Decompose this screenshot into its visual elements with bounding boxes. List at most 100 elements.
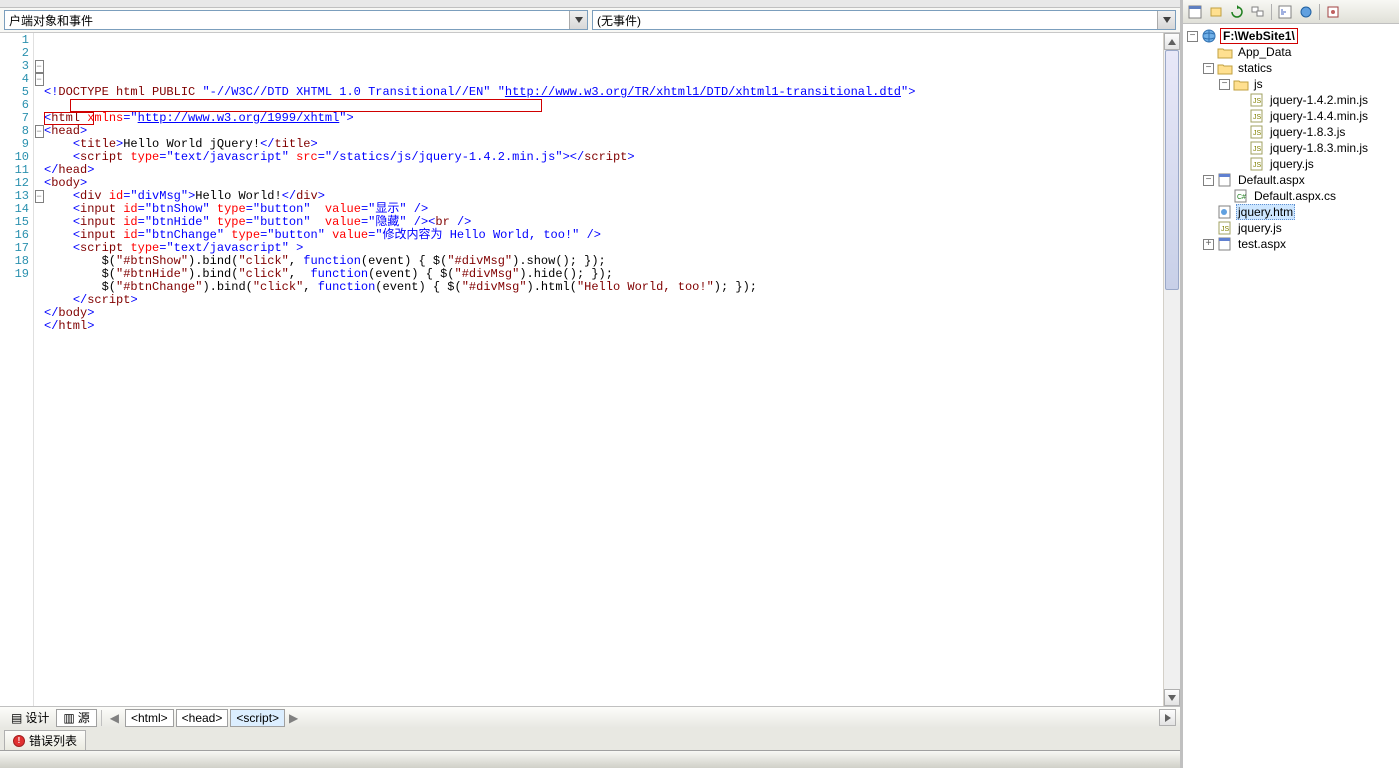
fold-column[interactable]: −−−− bbox=[34, 33, 44, 706]
aspx-icon bbox=[1217, 173, 1233, 187]
error-list-label: 错误列表 bbox=[29, 732, 77, 749]
tree-item-label: App_Data bbox=[1236, 45, 1293, 59]
tree-item[interactable]: C# Default.aspx.cs bbox=[1183, 188, 1399, 204]
tree-item[interactable]: App_Data bbox=[1183, 44, 1399, 60]
scroll-right-button[interactable] bbox=[1159, 709, 1176, 726]
tree-item[interactable]: jquery.htm bbox=[1183, 204, 1399, 220]
source-label: 源 bbox=[78, 709, 90, 726]
tree-item-label: jquery.js bbox=[1236, 221, 1284, 235]
svg-text:JS: JS bbox=[1253, 162, 1262, 169]
events-combo[interactable]: (无事件) bbox=[592, 10, 1176, 30]
chevron-down-icon bbox=[1157, 11, 1175, 29]
copy-website-icon[interactable] bbox=[1296, 2, 1316, 22]
collapse-icon[interactable]: − bbox=[1219, 79, 1230, 90]
separator bbox=[101, 710, 102, 726]
fold-toggle[interactable]: − bbox=[35, 125, 44, 138]
folder-icon bbox=[1217, 45, 1233, 59]
refresh-icon[interactable] bbox=[1227, 2, 1247, 22]
solution-toolbar bbox=[1183, 0, 1399, 24]
design-view-button[interactable]: ▤ 设计 bbox=[4, 709, 56, 727]
nav-left-icon[interactable]: ◀ bbox=[106, 711, 123, 725]
root-label: F:\WebSite1\ bbox=[1220, 28, 1298, 44]
design-icon: ▤ bbox=[11, 711, 22, 725]
tree-item[interactable]: JSjquery-1.8.3.js bbox=[1183, 124, 1399, 140]
asp-config-icon[interactable] bbox=[1323, 2, 1343, 22]
folder-icon bbox=[1233, 77, 1249, 91]
js-icon: JS bbox=[1249, 157, 1265, 171]
code-area[interactable]: <!DOCTYPE html PUBLIC "-//W3C//DTD XHTML… bbox=[44, 33, 1163, 706]
source-icon: ▥ bbox=[63, 711, 74, 725]
vertical-scrollbar[interactable] bbox=[1163, 33, 1180, 706]
tree-item-label: jquery-1.4.2.min.js bbox=[1268, 93, 1370, 107]
collapse-icon[interactable]: − bbox=[1203, 175, 1214, 186]
htm-icon bbox=[1217, 205, 1233, 219]
svg-text:JS: JS bbox=[1253, 114, 1262, 121]
tree-item[interactable]: + test.aspx bbox=[1183, 236, 1399, 252]
tree-item-label: jquery-1.8.3.js bbox=[1268, 125, 1347, 139]
nav-right-icon[interactable]: ▶ bbox=[285, 711, 302, 725]
nest-icon[interactable] bbox=[1248, 2, 1268, 22]
combo-value: (无事件) bbox=[597, 12, 641, 29]
document-tabs[interactable] bbox=[0, 0, 1180, 8]
globe-icon bbox=[1201, 29, 1217, 43]
scroll-down-button[interactable] bbox=[1164, 689, 1180, 706]
tree-item-label: jquery.js bbox=[1268, 157, 1316, 171]
tree-item[interactable]: JS jquery-1.4.2.min.js bbox=[1183, 92, 1399, 108]
breadcrumb-item[interactable]: <head> bbox=[176, 709, 229, 727]
tree-item[interactable]: JS jquery-1.4.4.min.js bbox=[1183, 108, 1399, 124]
separator bbox=[1271, 4, 1272, 20]
solution-explorer: − F:\WebSite1\ App_Data−statics−jsJSjque… bbox=[1183, 0, 1399, 768]
collapse-icon[interactable]: − bbox=[1187, 31, 1198, 42]
breadcrumb-item[interactable]: <html> bbox=[125, 709, 174, 727]
js-icon: JS bbox=[1249, 125, 1265, 139]
design-label: 设计 bbox=[25, 709, 49, 726]
tree-item-label: test.aspx bbox=[1236, 237, 1288, 251]
file-tree[interactable]: − F:\WebSite1\ App_Data−statics−jsJSjque… bbox=[1183, 24, 1399, 768]
tree-item-label: jquery.htm bbox=[1236, 204, 1295, 220]
chevron-down-icon bbox=[569, 11, 587, 29]
combo-value: 户端对象和事件 bbox=[9, 12, 93, 29]
tree-item[interactable]: − Default.aspx bbox=[1183, 172, 1399, 188]
tree-item-label: jquery-1.4.4.min.js bbox=[1268, 109, 1370, 123]
error-icon: ! bbox=[13, 735, 25, 747]
status-bar bbox=[0, 750, 1180, 768]
scroll-up-button[interactable] bbox=[1164, 33, 1180, 50]
tree-item[interactable]: JSjquery-1.8.3.min.js bbox=[1183, 140, 1399, 156]
expand-icon[interactable]: + bbox=[1203, 239, 1214, 250]
separator bbox=[1319, 4, 1320, 20]
tree-item-label: js bbox=[1252, 77, 1265, 91]
js-icon: JS bbox=[1217, 221, 1233, 235]
properties-icon[interactable] bbox=[1185, 2, 1205, 22]
aspx-icon bbox=[1217, 237, 1233, 251]
tree-item[interactable]: JS jquery.js bbox=[1183, 156, 1399, 172]
collapse-icon[interactable]: − bbox=[1203, 63, 1214, 74]
cs-icon: C# bbox=[1233, 189, 1249, 203]
client-objects-combo[interactable]: 户端对象和事件 bbox=[4, 10, 588, 30]
error-list-tab[interactable]: ! 错误列表 bbox=[4, 730, 86, 750]
svg-text:JS: JS bbox=[1221, 226, 1230, 233]
view-code-icon[interactable] bbox=[1275, 2, 1295, 22]
tree-item[interactable]: − js bbox=[1183, 76, 1399, 92]
js-icon: JS bbox=[1249, 141, 1265, 155]
tree-root[interactable]: − F:\WebSite1\ bbox=[1183, 28, 1399, 44]
scroll-thumb[interactable] bbox=[1165, 50, 1179, 290]
tree-item-label: Default.aspx.cs bbox=[1252, 189, 1338, 203]
tree-item[interactable]: − statics bbox=[1183, 60, 1399, 76]
js-icon: JS bbox=[1249, 93, 1265, 107]
svg-text:JS: JS bbox=[1253, 98, 1262, 105]
view-mode-bar: ▤ 设计 ▥ 源 ◀ <html><head><script> ▶ bbox=[0, 706, 1180, 728]
js-icon: JS bbox=[1249, 109, 1265, 123]
fold-toggle[interactable]: − bbox=[35, 60, 44, 73]
fold-toggle[interactable]: − bbox=[35, 73, 44, 86]
svg-text:C#: C# bbox=[1237, 194, 1246, 201]
source-view-button[interactable]: ▥ 源 bbox=[56, 709, 96, 727]
show-all-icon[interactable] bbox=[1206, 2, 1226, 22]
tree-item-label: statics bbox=[1236, 61, 1274, 75]
tree-item-label: Default.aspx bbox=[1236, 173, 1307, 187]
breadcrumb-item[interactable]: <script> bbox=[230, 709, 285, 727]
line-number-gutter: 12345678910111213141516171819 bbox=[0, 33, 34, 706]
code-editor[interactable]: 12345678910111213141516171819 −−−− <!DOC… bbox=[0, 33, 1180, 706]
fold-toggle[interactable]: − bbox=[35, 190, 44, 203]
folder-icon bbox=[1217, 61, 1233, 75]
tree-item[interactable]: JS jquery.js bbox=[1183, 220, 1399, 236]
